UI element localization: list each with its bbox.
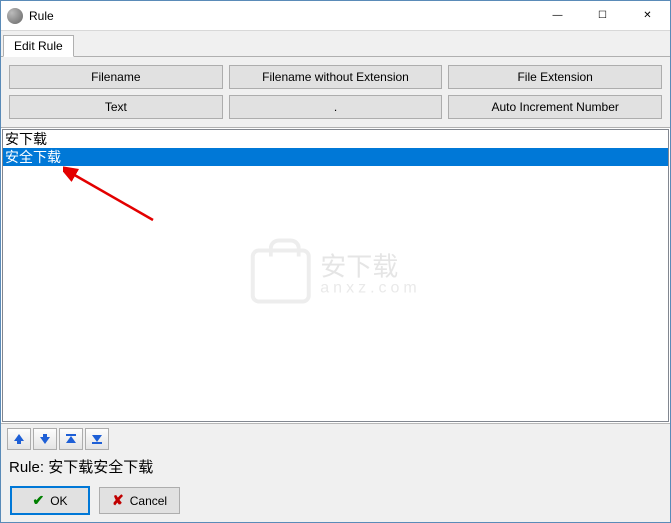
move-bottom-button[interactable]	[85, 428, 109, 450]
arrow-top-icon	[64, 432, 78, 446]
text-button[interactable]: Text	[9, 95, 223, 119]
token-button-grid: Filename Filename without Extension File…	[1, 57, 670, 128]
annotation-arrow-icon	[63, 165, 163, 225]
dot-button[interactable]: .	[229, 95, 443, 119]
app-icon	[7, 8, 23, 24]
rule-parts-list[interactable]: 安下载 安全下载 安下载 anxz.com	[2, 129, 669, 422]
arrow-up-icon	[12, 432, 26, 446]
ok-button[interactable]: ✔ OK	[11, 487, 89, 514]
tab-bar: Edit Rule	[1, 31, 670, 57]
filename-no-ext-button[interactable]: Filename without Extension	[229, 65, 443, 89]
dialog-buttons: ✔ OK ✘ Cancel	[7, 487, 664, 514]
rule-value: 安下载安全下载	[48, 459, 153, 476]
move-top-button[interactable]	[59, 428, 83, 450]
arrow-down-icon	[38, 432, 52, 446]
arrow-bottom-icon	[90, 432, 104, 446]
bottom-panel: Rule: 安下载安全下载 ✔ OK ✘ Cancel	[1, 423, 670, 522]
cancel-button[interactable]: ✘ Cancel	[99, 487, 180, 514]
cross-icon: ✘	[112, 492, 124, 509]
bag-icon	[250, 248, 310, 303]
file-extension-button[interactable]: File Extension	[448, 65, 662, 89]
window-controls: — ☐ ✕	[535, 1, 670, 30]
cancel-label: Cancel	[130, 494, 167, 508]
reorder-buttons	[7, 428, 664, 450]
rule-preview: Rule: 安下载安全下载	[9, 456, 664, 477]
filename-button[interactable]: Filename	[9, 65, 223, 89]
window-title: Rule	[29, 9, 535, 23]
maximize-button[interactable]: ☐	[580, 1, 625, 30]
ok-label: OK	[50, 494, 67, 508]
rule-label: Rule:	[9, 459, 44, 476]
watermark-text: 安下载 anxz.com	[320, 254, 420, 298]
close-button[interactable]: ✕	[625, 1, 670, 30]
tab-edit-rule[interactable]: Edit Rule	[3, 35, 74, 57]
move-up-button[interactable]	[7, 428, 31, 450]
move-down-button[interactable]	[33, 428, 57, 450]
list-item[interactable]: 安下载	[3, 130, 668, 148]
minimize-button[interactable]: —	[535, 1, 580, 30]
check-icon: ✔	[32, 492, 44, 509]
auto-increment-button[interactable]: Auto Increment Number	[448, 95, 662, 119]
list-item[interactable]: 安全下载	[3, 148, 668, 166]
titlebar: Rule — ☐ ✕	[1, 1, 670, 31]
watermark: 安下载 anxz.com	[250, 248, 420, 303]
